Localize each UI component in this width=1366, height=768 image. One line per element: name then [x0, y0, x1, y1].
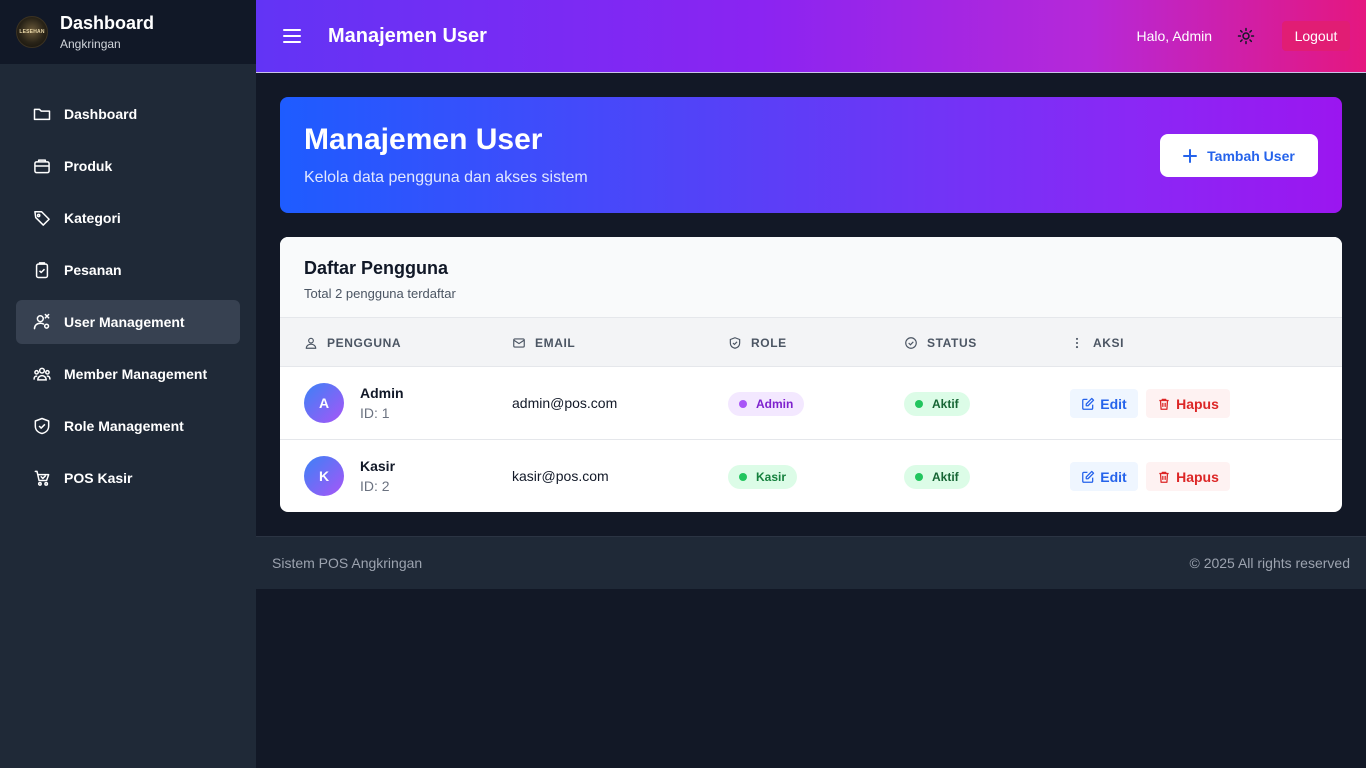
status-badge: Aktif [904, 392, 970, 416]
edit-icon [1082, 470, 1095, 483]
check-circle-icon [905, 336, 917, 349]
menu-toggle-button[interactable] [280, 24, 304, 48]
shield-check-icon [729, 336, 741, 349]
add-user-label: Tambah User [1207, 147, 1295, 164]
tag-icon [34, 211, 50, 226]
delete-button[interactable]: Hapus [1146, 389, 1230, 418]
clipboard-check-icon [35, 262, 49, 279]
avatar: K [304, 456, 344, 496]
more-vertical-icon [1075, 337, 1079, 348]
sidebar-item-role-management[interactable]: Role Management [16, 404, 240, 448]
column-header-status: STATUS [904, 318, 977, 367]
user-email: admin@pos.com [512, 395, 618, 411]
sidebar-item-user-management[interactable]: User Management [16, 300, 240, 344]
sidebar-item-label: Produk [64, 158, 113, 174]
add-user-button[interactable]: Tambah User [1160, 134, 1318, 177]
user-icon [305, 337, 317, 349]
sidebar: LESEHAN Dashboard Angkringan Dashboard P… [0, 0, 256, 768]
brand: LESEHAN Dashboard Angkringan [0, 0, 256, 64]
sidebar-item-label: User Management [64, 314, 185, 330]
user-name: Admin [360, 385, 404, 401]
mail-icon [513, 337, 525, 348]
sidebar-item-label: Kategori [64, 210, 121, 226]
sidebar-item-label: Dashboard [64, 106, 138, 122]
page-title: Manajemen User [328, 24, 487, 47]
user-email: kasir@pos.com [512, 468, 609, 484]
footer-copyright: © 2025 All rights reserved [1189, 555, 1350, 571]
role-badge: Admin [728, 392, 805, 416]
trash-icon [1159, 471, 1169, 483]
status-badge: Aktif [904, 465, 970, 489]
column-header-pengguna: PENGGUNA [304, 318, 401, 367]
edit-icon [1082, 397, 1095, 410]
sidebar-item-pos-kasir[interactable]: POS Kasir [16, 456, 240, 500]
sidebar-item-member-management[interactable]: Member Management [16, 352, 240, 396]
sidebar-item-label: Member Management [64, 366, 208, 382]
cart-icon [34, 470, 50, 486]
user-table-card: Daftar Pengguna Total 2 pengguna terdaft… [280, 237, 1342, 512]
sidebar-item-label: Role Management [64, 418, 184, 434]
greeting-text: Halo, Admin [1136, 28, 1212, 44]
plus-icon [1183, 148, 1198, 163]
column-header-email: EMAIL [512, 318, 575, 367]
sidebar-item-dashboard[interactable]: Dashboard [16, 92, 240, 136]
user-name: Kasir [360, 458, 396, 474]
logo-text: LESEHAN [19, 29, 45, 35]
shield-check-icon [34, 417, 50, 435]
hero-banner: Manajemen User Kelola data pengguna dan … [280, 97, 1342, 213]
table-header: PENGGUNA EMAIL ROLE STATUS AKSI [280, 318, 1342, 367]
hamburger-icon [283, 29, 301, 43]
sidebar-item-label: Pesanan [64, 262, 122, 278]
role-badge: Kasir [728, 465, 798, 489]
table-row: K Kasir ID: 2 kasir@pos.com Kasir Aktif … [280, 440, 1342, 512]
avatar: A [304, 383, 344, 423]
hero-subtitle: Kelola data pengguna dan akses sistem [304, 169, 588, 186]
brand-subtitle: Angkringan [60, 37, 121, 51]
users-group-icon [33, 367, 51, 381]
table-row: A Admin ID: 1 admin@pos.com Admin Aktif … [280, 367, 1342, 440]
trash-icon [1159, 398, 1169, 410]
folder-icon [33, 108, 51, 121]
brand-logo: LESEHAN [16, 16, 48, 48]
brand-title: Dashboard [60, 13, 155, 33]
logout-button[interactable]: Logout [1282, 21, 1350, 51]
column-header-role: ROLE [728, 318, 787, 367]
footer: Sistem POS Angkringan © 2025 All rights … [256, 536, 1366, 589]
sun-icon [1237, 27, 1255, 45]
box-icon [34, 159, 50, 174]
sidebar-item-label: POS Kasir [64, 470, 133, 486]
table-subtitle: Total 2 pengguna terdaftar [304, 286, 456, 301]
top-header: Manajemen User Halo, Admin Logout [256, 0, 1366, 73]
table-title: Daftar Pengguna [304, 258, 449, 278]
sidebar-item-pesanan[interactable]: Pesanan [16, 248, 240, 292]
delete-button[interactable]: Hapus [1146, 462, 1230, 491]
sidebar-item-produk[interactable]: Produk [16, 144, 240, 188]
user-id: ID: 2 [360, 478, 390, 494]
edit-button[interactable]: Edit [1070, 389, 1138, 418]
sidebar-nav: Dashboard Produk Kategori Pesanan User M… [0, 92, 256, 500]
user-id: ID: 1 [360, 405, 390, 421]
edit-button[interactable]: Edit [1070, 462, 1138, 491]
column-header-aksi: AKSI [1070, 318, 1124, 367]
user-settings-icon [33, 313, 50, 330]
hero-title: Manajemen User [304, 123, 543, 156]
sidebar-item-kategori[interactable]: Kategori [16, 196, 240, 240]
theme-toggle-button[interactable] [1232, 22, 1260, 50]
footer-left-text: Sistem POS Angkringan [272, 555, 423, 571]
